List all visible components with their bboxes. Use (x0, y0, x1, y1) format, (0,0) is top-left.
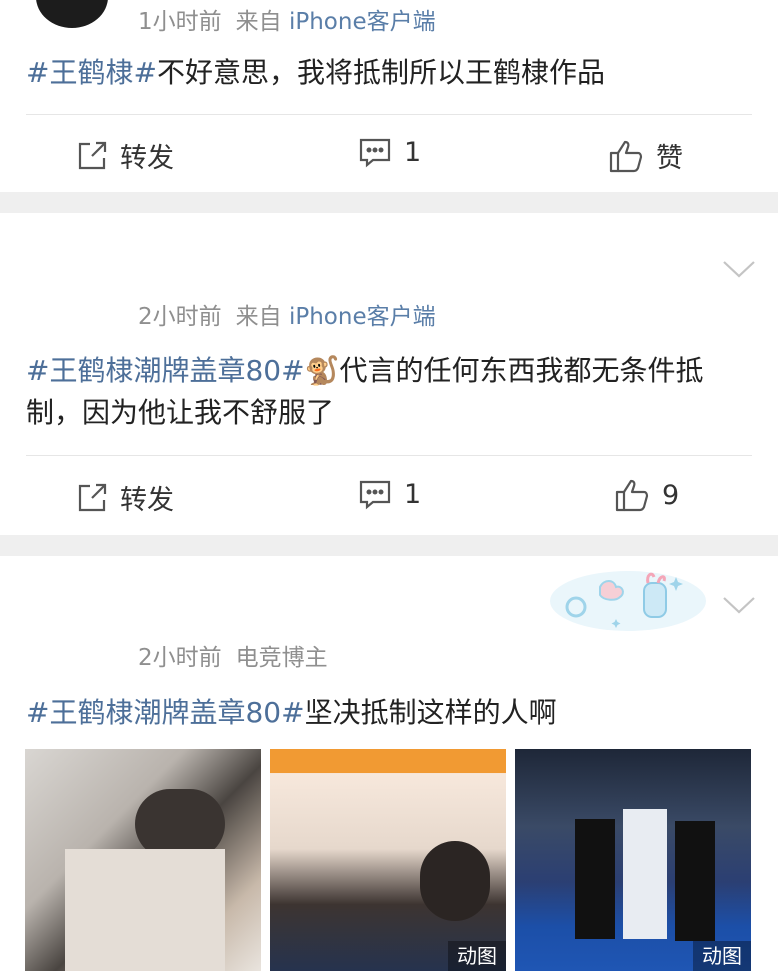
post-meta: 2小时前 电竞博主 (138, 638, 328, 672)
divider (26, 114, 752, 115)
image-region (420, 841, 490, 921)
post-body: 坚决抵制这样的人啊 (304, 696, 557, 729)
comment-button[interactable]: 1 (358, 136, 421, 168)
thumbs-up-icon (615, 479, 649, 512)
image-region (675, 821, 715, 941)
chevron-down-icon[interactable] (722, 259, 756, 279)
post-text: #王鹤棣潮牌盖章80#🐒代言的任何东西我都无条件抵制，因为他让我不舒服了 (26, 350, 752, 434)
video-still-image (575, 819, 615, 939)
post-text: #王鹤棣潮牌盖章80#坚决抵制这样的人啊 (26, 692, 752, 734)
post-meta: 1小时前 来自 iPhone客户端 (138, 2, 436, 36)
post-card-2[interactable]: 2小时前 来自 iPhone客户端 #王鹤棣潮牌盖章80#🐒代言的任何东西我都无条… (0, 213, 778, 535)
divider (26, 455, 752, 456)
post-text: #王鹤棣#不好意思，我将抵制所以王鹤棣作品 (26, 52, 752, 94)
client-link[interactable]: iPhone客户端 (289, 304, 436, 330)
chevron-down-icon[interactable] (722, 595, 756, 615)
image-region (623, 809, 667, 939)
comment-icon (359, 480, 391, 510)
comment-count: 1 (404, 478, 422, 510)
repost-button[interactable]: 转发 (76, 478, 174, 517)
repost-button[interactable]: 转发 (76, 136, 174, 175)
post-meta: 2小时前 来自 iPhone客户端 (138, 297, 436, 331)
gif-badge: 动图 (693, 941, 751, 971)
like-label: 赞 (656, 143, 683, 174)
post-card-1[interactable]: 1小时前 来自 iPhone客户端 #王鹤棣#不好意思，我将抵制所以王鹤棣作品 转… (0, 0, 778, 192)
gif-badge: 动图 (448, 941, 506, 971)
comment-icon (359, 138, 391, 168)
post-image-2[interactable]: 动图 (270, 749, 506, 971)
like-button[interactable]: 9 (614, 478, 679, 512)
topic-link[interactable]: #王鹤棣潮牌盖章80# (26, 696, 305, 729)
post-time: 2小时前 (138, 304, 222, 330)
source-prefix: 来自 (235, 9, 282, 35)
source-prefix: 来自 (235, 304, 282, 330)
post-time: 1小时前 (138, 9, 222, 35)
repost-icon (78, 141, 107, 169)
repost-label: 转发 (120, 143, 174, 174)
comment-count: 1 (404, 136, 422, 168)
repost-label: 转发 (120, 485, 174, 516)
monkey-emoji: 🐒 (304, 354, 340, 387)
image-region (65, 849, 225, 971)
post-time: 2小时前 (138, 645, 222, 671)
topic-link[interactable]: #王鹤棣潮牌盖章80# (26, 354, 305, 387)
topic-link[interactable]: #王鹤棣# (26, 56, 157, 89)
client-link[interactable]: iPhone客户端 (289, 9, 436, 35)
repost-icon (78, 483, 107, 511)
post-image-1[interactable] (25, 749, 261, 971)
like-button[interactable]: 赞 (608, 136, 683, 175)
avatar[interactable] (36, 0, 108, 28)
post-image-3[interactable]: 动图 (515, 749, 751, 971)
comment-button[interactable]: 1 (358, 478, 421, 510)
thumbs-up-icon (609, 140, 643, 172)
video-still-image (270, 749, 506, 773)
post-body: 不好意思，我将抵制所以王鹤棣作品 (156, 56, 605, 89)
like-count: 9 (662, 479, 680, 511)
card-sticker-decoration (550, 571, 706, 631)
author-tag: 电竞博主 (235, 645, 328, 671)
